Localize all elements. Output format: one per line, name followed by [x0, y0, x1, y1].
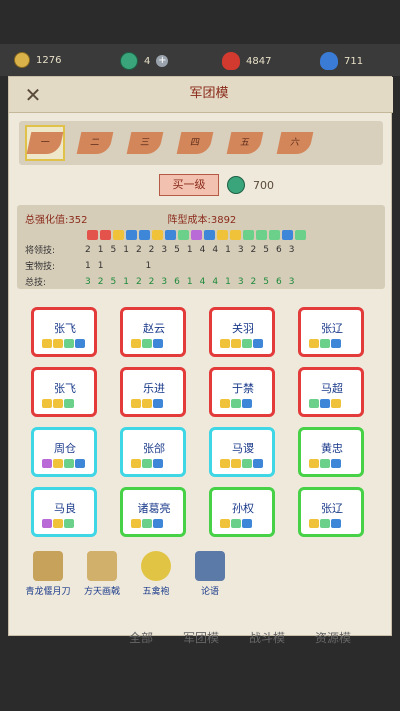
- general-card[interactable]: 马谡: [209, 427, 275, 477]
- equipment-item[interactable]: 方天画戟: [79, 551, 125, 597]
- card-tags: [220, 459, 263, 468]
- bottom-tabs: 全部 军团模 战斗模 资源模: [129, 629, 351, 646]
- general-card[interactable]: 于禁: [209, 367, 275, 417]
- flag-tab-4[interactable]: 四: [175, 125, 215, 161]
- equipment-item[interactable]: 论语: [187, 551, 233, 597]
- general-card[interactable]: 孙权: [209, 487, 275, 537]
- skill-chip: [165, 230, 176, 240]
- resource-bar: 1276 4 + 4847 711: [0, 44, 400, 76]
- add-button[interactable]: +: [156, 55, 169, 67]
- skill-chip: [243, 230, 254, 240]
- buy-row: 买一级 700: [159, 173, 274, 197]
- card-tags: [42, 399, 74, 408]
- stat-row-total: 总技: 32512236144132563: [25, 276, 295, 289]
- skill-chip: [87, 230, 98, 240]
- general-cards-grid: 张飞 赵云 关羽 张辽 张飞 乐进 于禁 马超 周仓 张郃 马谡 黄忠 马良 诸…: [31, 307, 371, 537]
- general-card[interactable]: 黄忠: [298, 427, 364, 477]
- general-card[interactable]: 张辽: [298, 307, 364, 357]
- skill-chip-row: [87, 230, 377, 240]
- equipment-item[interactable]: 五禽袍: [133, 551, 179, 597]
- flag-tabs: 一 二 三 四 五 六: [19, 121, 383, 165]
- skill-chip: [100, 230, 111, 240]
- legion-panel: ✕ 军团模 一 二 三 四 五 六 买一级 700 总强化值:352 阵型成本:…: [8, 76, 393, 645]
- general-card[interactable]: 马良: [31, 487, 97, 537]
- jade-icon: [227, 176, 245, 194]
- formation-cost: 阵型成本:3892: [167, 215, 237, 226]
- robe-icon: [141, 551, 171, 581]
- equipment-items: 青龙偃月刀 方天画戟 五禽袍 论语: [25, 551, 233, 597]
- book-icon: [195, 551, 225, 581]
- flag-tab-5[interactable]: 五: [225, 125, 265, 161]
- fire-resource: 4847: [222, 52, 271, 70]
- general-card[interactable]: 诸葛亮: [120, 487, 186, 537]
- card-tags: [131, 519, 163, 528]
- general-card[interactable]: 张飞: [31, 367, 97, 417]
- tab-all[interactable]: 全部: [129, 629, 153, 646]
- card-tags: [131, 399, 163, 408]
- general-card[interactable]: 张飞: [31, 307, 97, 357]
- tab-battle[interactable]: 战斗模: [249, 629, 285, 646]
- jade-resource: 4 +: [120, 52, 169, 70]
- skill-chip: [178, 230, 189, 240]
- general-card[interactable]: 乐进: [120, 367, 186, 417]
- card-tags: [309, 459, 341, 468]
- coin-resource: 1276: [14, 52, 61, 68]
- card-tags: [309, 339, 341, 348]
- skill-chip: [256, 230, 267, 240]
- coin-icon: [14, 52, 30, 68]
- skill-chip: [204, 230, 215, 240]
- buy-level-button[interactable]: 买一级: [159, 174, 219, 196]
- jade-icon: [120, 52, 138, 70]
- stats-box: 总强化值:352 阵型成本:3892 将领技: 215122351 4 4 1 …: [17, 205, 385, 289]
- card-tags: [309, 519, 341, 528]
- general-card[interactable]: 张郃: [120, 427, 186, 477]
- equipment-item[interactable]: 青龙偃月刀: [25, 551, 71, 597]
- flag-tab-2[interactable]: 二: [75, 125, 115, 161]
- skill-chip: [191, 230, 202, 240]
- stat-cells: 32512236144132563: [85, 276, 295, 287]
- skill-chip: [282, 230, 293, 240]
- card-tags: [42, 459, 85, 468]
- buy-price: 700: [253, 178, 274, 192]
- card-tags: [42, 339, 85, 348]
- general-card[interactable]: 关羽: [209, 307, 275, 357]
- water-icon: [320, 52, 338, 70]
- general-card[interactable]: 张辽: [298, 487, 364, 537]
- card-tags: [42, 519, 74, 528]
- tab-resource[interactable]: 资源模: [315, 629, 351, 646]
- stat-row-general: 将领技: 21512235144132563: [25, 244, 295, 257]
- halberd-icon: [87, 551, 117, 581]
- skill-chip: [269, 230, 280, 240]
- close-button[interactable]: ✕: [21, 83, 45, 107]
- stat-row-treasure: 宝物技: 111: [25, 260, 152, 273]
- flag-tab-6[interactable]: 六: [275, 125, 315, 161]
- general-card[interactable]: 赵云: [120, 307, 186, 357]
- flag-tab-3[interactable]: 三: [125, 125, 165, 161]
- card-tags: [131, 459, 163, 468]
- skill-chip: [139, 230, 150, 240]
- skill-chip: [217, 230, 228, 240]
- tab-legion[interactable]: 军团模: [183, 629, 219, 646]
- skill-chip: [113, 230, 124, 240]
- panel-title: 军团模: [189, 86, 229, 101]
- flag-tab-1[interactable]: 一: [25, 125, 65, 161]
- skill-chip: [126, 230, 137, 240]
- skill-chip: [230, 230, 241, 240]
- total-strength: 总强化值:352: [25, 215, 88, 226]
- fire-icon: [222, 52, 240, 70]
- general-card[interactable]: 马超: [298, 367, 364, 417]
- skill-chip: [295, 230, 306, 240]
- card-tags: [309, 399, 341, 408]
- panel-header: ✕ 军团模: [9, 77, 393, 113]
- card-tags: [220, 339, 263, 348]
- card-tags: [220, 519, 252, 528]
- card-tags: [131, 339, 163, 348]
- card-tags: [220, 399, 252, 408]
- water-resource: 711: [320, 52, 363, 70]
- skill-chip: [152, 230, 163, 240]
- general-card[interactable]: 周仓: [31, 427, 97, 477]
- sword-icon: [33, 551, 63, 581]
- stat-cells: 111: [85, 260, 152, 271]
- stat-cells: 21512235144132563: [85, 244, 295, 255]
